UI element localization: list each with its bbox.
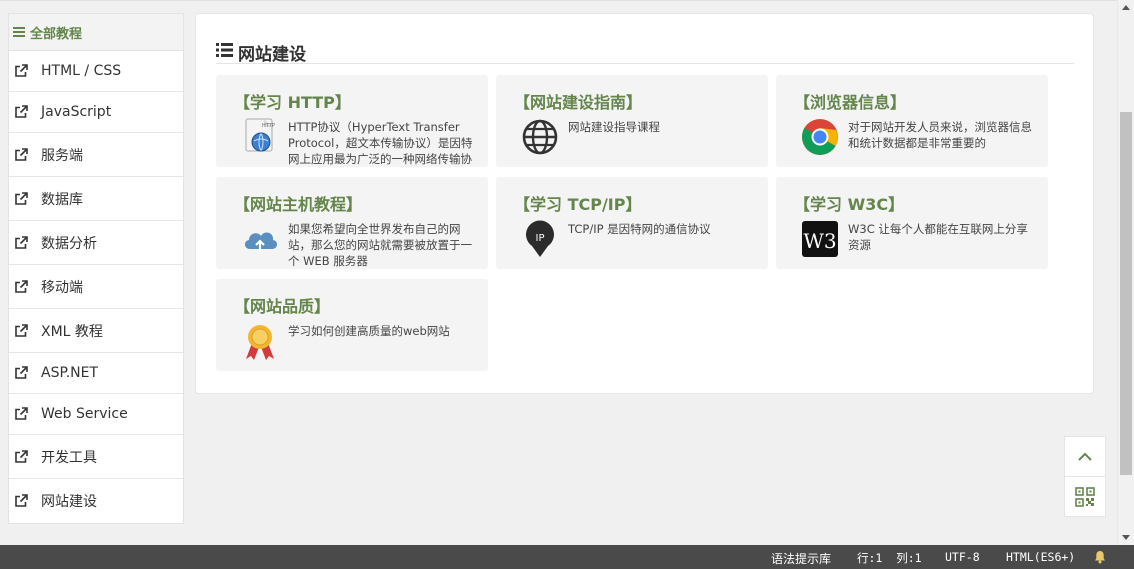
external-link-icon: [15, 147, 28, 161]
sidebar-item[interactable]: HTML / CSS: [9, 51, 183, 92]
svg-text:HTTP: HTTP: [262, 123, 275, 129]
sidebar-item-label: HTML / CSS: [41, 63, 122, 79]
scrollbar[interactable]: [1117, 0, 1134, 545]
ip-pin-icon: IP: [520, 219, 560, 259]
sidebar-item[interactable]: 移动端: [9, 265, 183, 309]
sidebar-item-label: 移动端: [41, 279, 83, 296]
svg-text:IP: IP: [536, 233, 545, 244]
card-title[interactable]: 【学习 HTTP】: [234, 89, 351, 113]
sidebar-item-label: JavaScript: [41, 104, 112, 120]
bell-icon[interactable]: [1094, 550, 1106, 564]
qrcode-icon: [1075, 486, 1095, 507]
card-title[interactable]: 【网站品质】: [234, 293, 330, 317]
card-title[interactable]: 【网站建设指南】: [514, 89, 642, 113]
external-link-icon: [15, 105, 28, 118]
card-description: 网站建设指导课程: [568, 120, 660, 134]
sidebar-list: HTML / CSS JavaScript 服务端数据库数据分析移动端 XML 教程 A…: [9, 51, 183, 523]
syntax-hint-button[interactable]: 语法提示库: [771, 550, 831, 567]
external-link-icon: [15, 235, 28, 249]
external-link-icon: [15, 323, 28, 337]
svg-text:W3: W3: [803, 229, 836, 253]
menu-bars-icon: [13, 25, 25, 39]
top-border: [0, 0, 1117, 1]
sidebar-item[interactable]: 服务端: [9, 133, 183, 177]
sidebar-item-label: 网站建设: [41, 494, 97, 510]
globe-icon: [520, 117, 560, 157]
sidebar-item[interactable]: 开发工具: [9, 435, 183, 479]
cloud-upload-icon: [240, 219, 280, 259]
tutorial-card[interactable]: 【浏览器信息】对于网站开发人员来说，浏览器信息和统计数据都是非常重要的: [776, 75, 1048, 167]
sidebar-item[interactable]: ASP.NET: [9, 353, 183, 394]
card-title[interactable]: 【网站主机教程】: [234, 191, 362, 215]
tutorial-card[interactable]: 【学习 W3C】 W3 W3C 让每个人都能在互联网上分享资源: [776, 177, 1048, 269]
sidebar-item-label: 数据库: [41, 191, 83, 208]
sidebar-item[interactable]: 数据分析: [9, 221, 183, 265]
external-link-icon: [15, 366, 28, 379]
chrome-icon: [800, 117, 840, 157]
tutorial-card[interactable]: 【网站建设指南】网站建设指导课程: [496, 75, 768, 167]
section-header: 网站建设: [216, 40, 1074, 65]
sidebar-item-label: Web Service: [41, 406, 128, 422]
award-ribbon-icon: [240, 321, 280, 361]
http-icon: HTTP: [240, 117, 280, 157]
external-link-icon: [15, 494, 28, 507]
sidebar-item[interactable]: JavaScript: [9, 92, 183, 133]
status-bar: 语法提示库 行:1 列:1 UTF-8 HTML(ES6+): [0, 545, 1134, 569]
external-link-icon: [15, 64, 28, 77]
card-description: 学习如何创建高质量的web网站: [288, 324, 450, 338]
sidebar-item[interactable]: 网站建设: [9, 479, 183, 523]
external-link-icon: [15, 279, 28, 293]
tutorial-card[interactable]: 【网站品质】学习如何创建高质量的web网站: [216, 279, 488, 371]
page-title: 网站建设: [238, 45, 306, 65]
sidebar: 全部教程 HTML / CSS JavaScript 服务端数据库数据分析移动端 XM…: [8, 13, 184, 524]
sidebar-header: 全部教程: [9, 14, 183, 51]
card-description: 对于网站开发人员来说，浏览器信息和统计数据都是非常重要的: [848, 120, 1032, 150]
back-to-top-button[interactable]: [1064, 436, 1106, 477]
list-icon: [216, 43, 233, 57]
external-link-icon: [15, 191, 28, 205]
tutorial-card[interactable]: 【网站主机教程】如果您希望向全世界发布自己的网站，那么您的网站就需要被放置于一个…: [216, 177, 488, 269]
scroll-up-arrow-icon[interactable]: [1122, 5, 1130, 10]
w3c-icon: W3: [800, 219, 840, 259]
card-description: TCP/IP 是因特网的通信协议: [568, 222, 711, 236]
language-mode[interactable]: HTML(ES6+): [1006, 550, 1075, 564]
sidebar-header-label: 全部教程: [30, 26, 83, 42]
card-description: W3C 让每个人都能在互联网上分享资源: [848, 222, 1028, 252]
card-title[interactable]: 【浏览器信息】: [794, 89, 906, 113]
sidebar-item-label: 数据分析: [41, 235, 97, 252]
scrollbar-thumb[interactable]: [1120, 112, 1132, 475]
card-description: 如果您希望向全世界发布自己的网站，那么您的网站就需要被放置于一个 WEB 服务器: [288, 222, 472, 267]
sidebar-item-label: 服务端: [41, 147, 83, 164]
sidebar-item[interactable]: XML 教程: [9, 309, 183, 353]
sidebar-item-label: XML 教程: [41, 323, 103, 340]
card-title[interactable]: 【学习 W3C】: [794, 191, 904, 215]
qrcode-button[interactable]: [1064, 476, 1106, 517]
chevron-up-icon: [1078, 452, 1092, 461]
sidebar-item-label: 开发工具: [41, 449, 97, 466]
sidebar-item[interactable]: 数据库: [9, 177, 183, 221]
card-description: HTTP协议（HyperText Transfer Protocol，超文本传输…: [288, 120, 473, 165]
sidebar-item[interactable]: Web Service: [9, 394, 183, 435]
external-link-icon: [15, 449, 28, 463]
scroll-down-arrow-icon[interactable]: [1122, 535, 1130, 540]
main-panel: 网站建设 【学习 HTTP】 HTTP HTTP协议（HyperText Trans…: [195, 13, 1094, 394]
tutorial-card[interactable]: 【学习 TCP/IP】 IP TCP/IP 是因特网的通信协议: [496, 177, 768, 269]
card-title[interactable]: 【学习 TCP/IP】: [514, 191, 641, 215]
encoding-label[interactable]: UTF-8: [945, 550, 980, 564]
sidebar-item-label: ASP.NET: [41, 365, 99, 381]
tutorial-card[interactable]: 【学习 HTTP】 HTTP HTTP协议（HyperText Transfer P…: [216, 75, 488, 167]
external-link-icon: [15, 407, 28, 420]
cursor-position: 行:1 列:1: [857, 551, 922, 565]
